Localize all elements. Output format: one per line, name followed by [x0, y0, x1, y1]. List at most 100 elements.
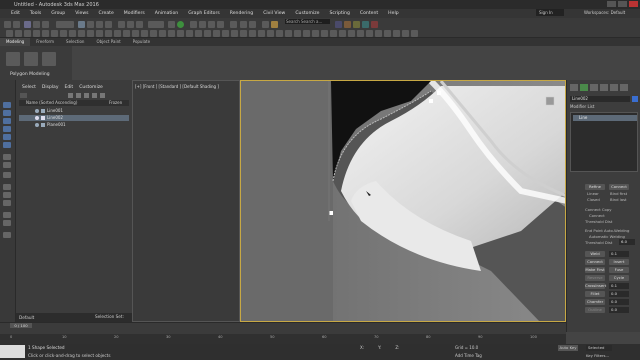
crossinsert-spinner[interactable]: 0.1 — [609, 283, 629, 289]
mirror-icon[interactable] — [240, 21, 247, 28]
percent-snap-icon[interactable] — [208, 21, 215, 28]
connect-button[interactable]: Connect — [609, 184, 629, 190]
graphite-tool-icon[interactable] — [159, 30, 166, 37]
display-all-icon[interactable] — [3, 184, 11, 190]
graphite-tool-icon[interactable] — [375, 30, 382, 37]
graphite-tool-icon[interactable] — [24, 30, 31, 37]
graphite-tool-icon[interactable] — [357, 30, 364, 37]
graphite-tool-icon[interactable] — [105, 30, 112, 37]
menu-graph-editors[interactable]: Graph Editors — [183, 11, 225, 16]
display-invert-icon[interactable] — [3, 200, 11, 206]
graphite-tool-icon[interactable] — [51, 30, 58, 37]
graphite-tool-icon[interactable] — [267, 30, 274, 37]
time-slider[interactable]: 0 / 100 — [10, 323, 32, 328]
sync-selection-icon[interactable] — [3, 232, 11, 238]
make-first-button[interactable]: Make First — [585, 267, 605, 273]
minimize-button[interactable] — [607, 1, 616, 7]
display-bone-icon[interactable] — [3, 162, 11, 168]
fillet-spinner[interactable]: 0.0 — [609, 291, 629, 297]
menu-scripting[interactable]: Scripting — [324, 11, 354, 16]
menu-civil-view[interactable]: Civil View — [258, 11, 290, 16]
menu-edit[interactable]: Edit — [6, 11, 25, 16]
chamfer-spinner[interactable]: 0.0 — [609, 299, 629, 305]
scene-column-header[interactable]: Name (Sorted Ascending) Frozen — [19, 100, 129, 106]
x-coordinate-label[interactable]: X: — [360, 345, 364, 350]
workspace-selector[interactable]: Workspaces: Default — [584, 10, 625, 15]
layer-dropdown[interactable]: Default — [19, 315, 34, 320]
edit-named-selection-icon[interactable] — [230, 21, 237, 28]
graphite-tool-icon[interactable] — [330, 30, 337, 37]
spinner-snap-icon[interactable] — [217, 21, 224, 28]
object-name-input[interactable]: Line002 — [570, 96, 630, 102]
select-by-name-icon[interactable] — [87, 21, 94, 28]
graphite-tool-icon[interactable] — [294, 30, 301, 37]
graphite-tool-icon[interactable] — [366, 30, 373, 37]
scene-row[interactable]: Plane001 — [19, 122, 129, 128]
outline-spinner[interactable]: 0.0 — [609, 307, 629, 313]
graphite-tool-icon[interactable] — [411, 30, 418, 37]
display-cameras-icon[interactable] — [3, 126, 11, 132]
scene-menu-customize[interactable]: Customize — [79, 85, 103, 90]
link-icon[interactable] — [24, 21, 31, 28]
scene-menu-select[interactable]: Select — [22, 85, 36, 90]
menu-help[interactable]: Help — [383, 11, 403, 16]
graphite-tool-icon[interactable] — [69, 30, 76, 37]
eye-icon[interactable] — [35, 109, 39, 113]
selection-filter-dropdown[interactable] — [56, 21, 74, 28]
refine-button[interactable]: Refine — [585, 184, 605, 190]
polygon-modeling-dropdown[interactable]: Polygon Modeling — [10, 72, 50, 77]
display-tab-icon[interactable] — [610, 84, 618, 91]
rectangular-selection-icon[interactable] — [96, 21, 103, 28]
menu-customize[interactable]: Customize — [290, 11, 324, 16]
display-space-warps-icon[interactable] — [3, 142, 11, 148]
undo-icon[interactable] — [4, 21, 11, 28]
redo-icon[interactable] — [13, 21, 20, 28]
menu-content[interactable]: Content — [355, 11, 383, 16]
hide-icon[interactable] — [68, 93, 73, 98]
utilities-tab-icon[interactable] — [620, 84, 628, 91]
graphite-tool-icon[interactable] — [123, 30, 130, 37]
search-input[interactable]: Search Search a... — [285, 19, 330, 24]
chamfer-button[interactable]: Chamfer — [585, 299, 605, 305]
auto-key-button[interactable]: Auto Key — [558, 345, 578, 351]
angle-snap-icon[interactable] — [199, 21, 206, 28]
graphite-tool-icon[interactable] — [132, 30, 139, 37]
z-coordinate-label[interactable]: Z: — [395, 345, 399, 350]
graphite-tool-icon[interactable] — [150, 30, 157, 37]
render-icon[interactable] — [371, 21, 378, 28]
graphite-tool-icon[interactable] — [114, 30, 121, 37]
graphite-tool-icon[interactable] — [285, 30, 292, 37]
key-selection-dropdown[interactable]: Selected — [586, 345, 612, 351]
unlink-icon[interactable] — [33, 21, 40, 28]
material-editor-icon[interactable] — [344, 21, 351, 28]
spline-vertex[interactable] — [329, 211, 333, 215]
graphite-tool-icon[interactable] — [141, 30, 148, 37]
menu-tools[interactable]: Tools — [25, 11, 46, 16]
linear-checkbox[interactable]: Linear — [587, 191, 599, 196]
menu-views[interactable]: Views — [70, 11, 93, 16]
key-filters-button[interactable]: Key Filters... — [586, 353, 609, 358]
display-shapes-icon[interactable] — [3, 110, 11, 116]
scene-row[interactable]: Line001 — [19, 108, 129, 114]
filter-icon[interactable] — [3, 212, 11, 218]
scale-icon[interactable] — [136, 21, 143, 28]
edit-mode-icon[interactable] — [42, 52, 56, 66]
filter-icon[interactable] — [92, 93, 97, 98]
graphite-tool-icon[interactable] — [60, 30, 67, 37]
graphite-tool-icon[interactable] — [402, 30, 409, 37]
sign-in-button[interactable]: Sign In — [536, 9, 564, 16]
object-color-swatch[interactable] — [632, 96, 638, 102]
weld-button[interactable]: Weld — [585, 251, 605, 257]
threshold-dist-spinner[interactable]: 6.0 — [619, 239, 635, 245]
polygon-modeling-icon[interactable] — [6, 52, 20, 66]
snaps-toggle-icon[interactable] — [190, 21, 197, 28]
close-button[interactable] — [629, 1, 638, 7]
graphite-tool-icon[interactable] — [96, 30, 103, 37]
spline-vertex[interactable] — [429, 99, 433, 103]
graphite-tool-icon[interactable] — [6, 30, 13, 37]
tab-freeform[interactable]: Freeform — [30, 38, 60, 46]
spline-vertex[interactable] — [437, 91, 441, 95]
bind-first-checkbox[interactable]: Bind first — [610, 191, 627, 196]
closed-checkbox[interactable]: Closed — [587, 197, 600, 202]
freeze-icon[interactable] — [76, 93, 81, 98]
